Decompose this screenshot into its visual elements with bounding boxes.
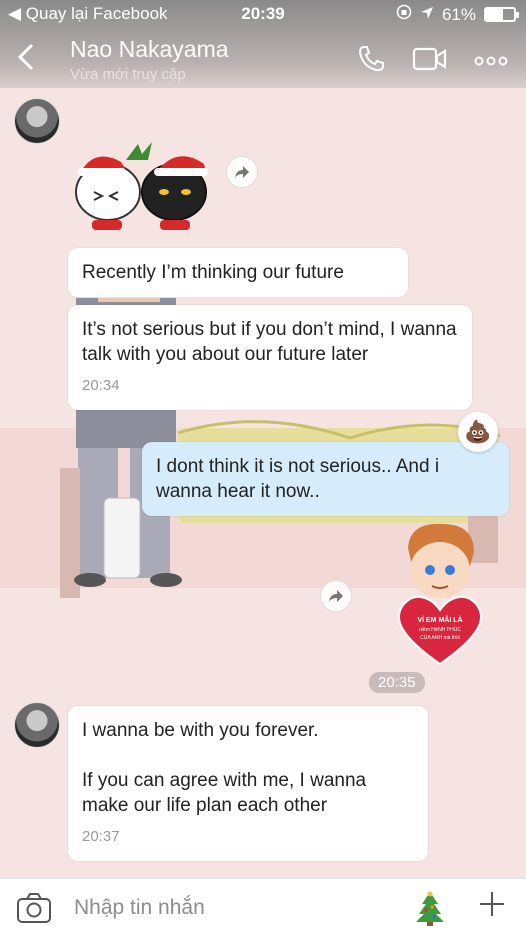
christmas-cats-sticker[interactable] bbox=[66, 140, 216, 240]
phone-icon[interactable] bbox=[356, 44, 386, 79]
heart-text-line3: CỦA ANH mà thôi bbox=[420, 634, 460, 641]
plus-icon[interactable] bbox=[478, 890, 506, 924]
contact-status: Vừa mới truy cập bbox=[70, 66, 186, 83]
heart-text-line1: VÌ EM MÃI LÀ bbox=[417, 615, 462, 624]
camera-icon[interactable] bbox=[16, 892, 52, 929]
message-text: It’s not serious but if you don’t mind, … bbox=[82, 319, 457, 365]
rotation-lock-icon bbox=[396, 4, 412, 25]
top-navigation: ◀ Quay lại Facebook 20:39 61% Nao Nakaya… bbox=[0, 0, 526, 88]
message-text: Recently I’m thinking our future bbox=[82, 262, 344, 283]
message-input[interactable]: Nhập tin nhắn bbox=[74, 896, 205, 920]
share-forward-icon[interactable] bbox=[320, 580, 352, 612]
time-separator: 20:35 bbox=[369, 672, 425, 693]
battery-icon bbox=[484, 7, 519, 22]
video-camera-icon[interactable] bbox=[412, 46, 448, 77]
message-text-line1: I wanna be with you forever. bbox=[82, 720, 319, 741]
message-text-line2: If you can agree with me, I wanna make o… bbox=[82, 770, 367, 816]
contact-avatar[interactable] bbox=[14, 98, 60, 144]
message-received-1[interactable]: Recently I’m thinking our future bbox=[68, 248, 408, 297]
share-forward-icon[interactable] bbox=[226, 156, 258, 188]
contact-avatar[interactable] bbox=[14, 702, 60, 748]
reaction-badge[interactable]: 💩 bbox=[458, 412, 498, 452]
status-bar: ◀ Quay lại Facebook 20:39 61% bbox=[0, 0, 526, 28]
location-arrow-icon bbox=[420, 5, 434, 25]
more-dots-icon[interactable] bbox=[474, 53, 508, 71]
message-timestamp: 20:37 bbox=[82, 828, 120, 845]
message-composer: Nhập tin nhắn bbox=[0, 878, 526, 937]
message-timestamp: 20:34 bbox=[82, 377, 120, 394]
battery-percent: 61% bbox=[441, 4, 476, 24]
header-actions bbox=[356, 44, 508, 79]
boy-heart-sticker[interactable]: VÌ EM MÃI LÀ niềm HẠNH PHÚC CỦA ANH mà t… bbox=[390, 518, 490, 668]
status-right: 61% bbox=[396, 4, 519, 25]
back-button[interactable] bbox=[16, 42, 36, 78]
message-text: I dont think it is not serious.. And i w… bbox=[156, 456, 440, 502]
message-sent-1[interactable]: I dont think it is not serious.. And i w… bbox=[142, 442, 509, 516]
christmas-tree-icon[interactable] bbox=[414, 890, 446, 931]
message-received-2[interactable]: It’s not serious but if you don’t mind, … bbox=[68, 305, 472, 410]
contact-name[interactable]: Nao Nakayama bbox=[70, 36, 229, 63]
heart-text-line2: niềm HẠNH PHÚC bbox=[419, 626, 461, 633]
chat-thread[interactable]: Recently I’m thinking our future It’s no… bbox=[0, 88, 526, 878]
message-received-3[interactable]: I wanna be with you forever. If you can … bbox=[68, 706, 428, 861]
